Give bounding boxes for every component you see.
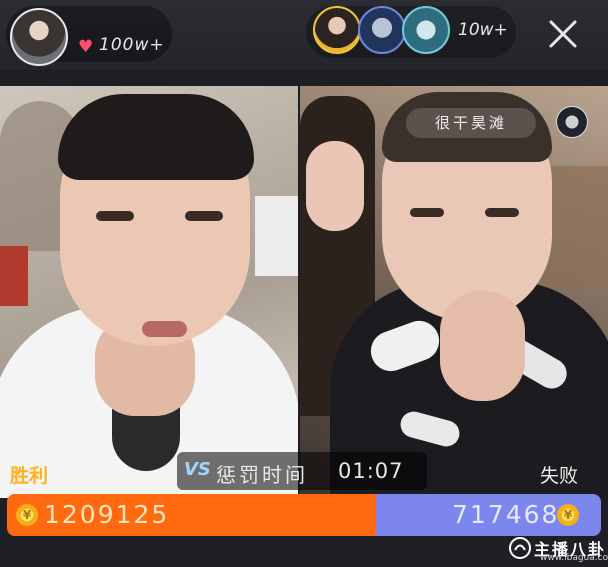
viewer-count: 10w+ [458,20,508,40]
heart-icon: ♥ [78,37,94,57]
right-streamer-avatar[interactable] [556,106,588,138]
viewer-avatar[interactable] [402,6,450,54]
close-icon[interactable] [545,16,581,52]
vs-icon: VS [184,459,211,480]
win-label: 胜利 [10,465,49,487]
watermark-url: www.ibagua.com [540,553,608,563]
viewer-avatar[interactable] [358,6,406,54]
left-score: 1209125 [44,500,170,529]
punishment-countdown: 01:07 [338,459,404,483]
coin-icon: ¥ [16,504,38,526]
watermark-logo-icon [509,537,531,559]
right-streamer-name-tag[interactable]: 很干昊滩 [406,108,536,138]
viewer-avatar[interactable] [313,6,361,54]
coin-icon: ¥ [557,504,579,526]
host-likes-count: 100w+ [99,35,165,55]
lose-label: 失败 [540,465,579,487]
left-streamer-video[interactable] [0,86,298,498]
top-bar: ♥ 100w+ 10w+ [0,0,608,70]
host-avatar[interactable] [10,8,68,66]
right-score: 717468 [452,500,560,529]
punishment-label: 惩罚时间 [216,463,308,487]
right-streamer-video[interactable]: 很干昊滩 [300,86,608,498]
